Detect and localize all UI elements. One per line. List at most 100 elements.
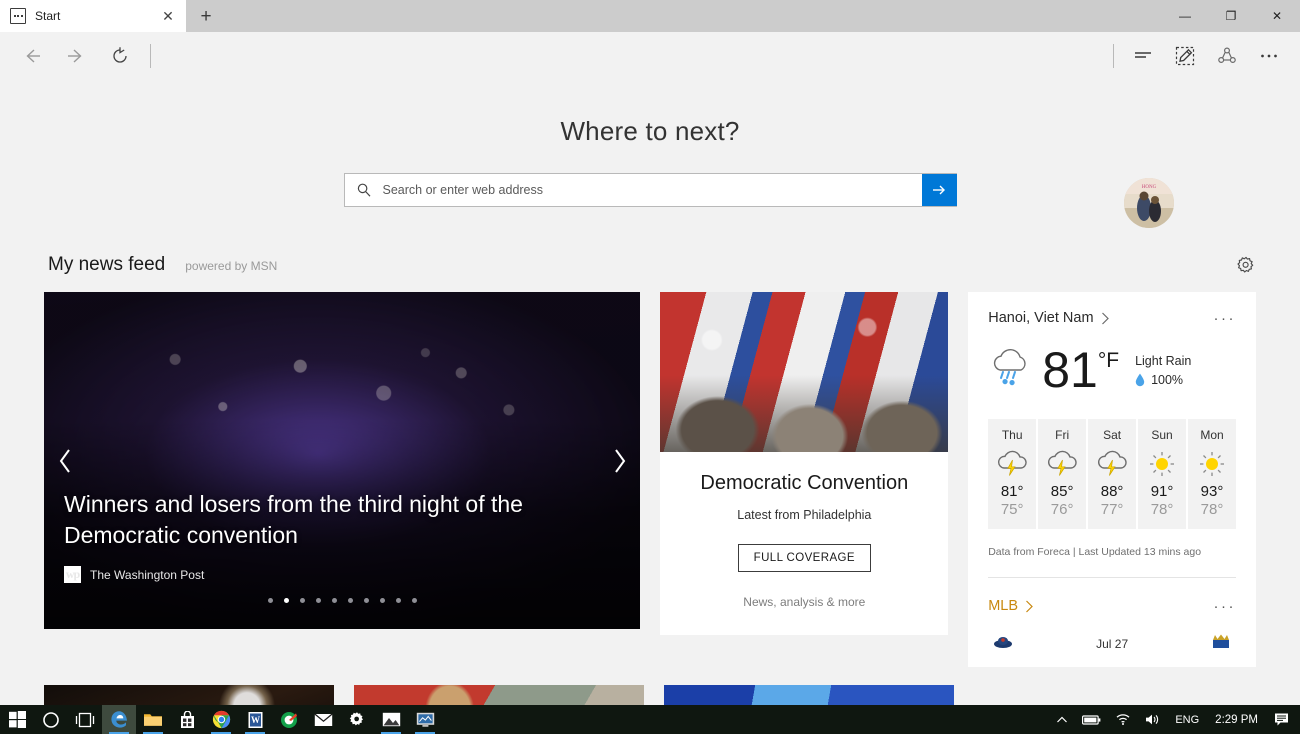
battery-button[interactable] (1075, 705, 1108, 734)
minimize-button[interactable]: — (1162, 0, 1208, 32)
back-button[interactable] (10, 36, 54, 76)
forecast-day[interactable]: Fri 85° 76° (1038, 419, 1087, 529)
windows-logo-icon (8, 711, 26, 728)
news-card-pageant[interactable] (664, 685, 954, 705)
forecast-high: 91° (1150, 483, 1174, 500)
carousel-dot[interactable] (395, 598, 401, 603)
web-note-button[interactable] (1164, 36, 1206, 76)
svg-text:W: W (251, 715, 260, 725)
hero-article-card[interactable]: Winners and losers from the third night … (44, 292, 641, 629)
maximize-button[interactable]: ❐ (1208, 0, 1254, 32)
photos-button[interactable] (374, 705, 408, 734)
forecast-day[interactable]: Sun 91° 78° (1138, 419, 1187, 529)
news-card-athlete[interactable] (354, 685, 644, 705)
carousel-dot[interactable] (283, 598, 289, 603)
network-button[interactable] (1108, 705, 1138, 734)
carousel-next-button[interactable] (602, 438, 636, 484)
thunder-cloud-icon (1048, 450, 1077, 476)
share-button[interactable] (1206, 36, 1248, 76)
weather-more-button[interactable]: ··· (1214, 311, 1237, 326)
volume-button[interactable] (1138, 705, 1168, 734)
weather-header: Hanoi, Viet Nam ··· (988, 310, 1236, 326)
carousel-prev-button[interactable] (48, 438, 82, 484)
refresh-icon (113, 47, 127, 63)
carousel-dot[interactable] (299, 598, 305, 603)
forecast-day[interactable]: Thu 81° 75° (988, 419, 1037, 529)
forecast-day-label: Sat (1103, 428, 1122, 442)
app-green-button[interactable] (272, 705, 306, 734)
new-tab-button[interactable]: + (186, 2, 226, 32)
mlb-more-button[interactable]: ··· (1214, 599, 1237, 614)
carousel-dot[interactable] (363, 598, 369, 603)
reading-view-icon (1135, 52, 1151, 58)
feed-title: My news feed (48, 254, 166, 275)
news-card-concert[interactable] (44, 685, 334, 705)
cortana-button[interactable] (34, 705, 68, 734)
tab-title: Start (35, 9, 61, 23)
file-explorer-button[interactable] (136, 705, 170, 734)
window-close-button[interactable]: ✕ (1254, 0, 1300, 32)
chevron-right-icon (615, 448, 626, 473)
forecast-high: 85° (1050, 483, 1074, 500)
close-icon[interactable]: ✕ (158, 6, 178, 26)
gear-icon[interactable] (1236, 256, 1256, 281)
arrow-right-icon (68, 49, 82, 63)
sun-icon (1150, 452, 1175, 476)
more-button[interactable] (1248, 36, 1290, 76)
speaker-icon (1146, 714, 1159, 725)
system-tray: ENG 2:29 PM (1049, 705, 1300, 734)
windows-taskbar: W ENG 2:29 PM (0, 705, 1300, 734)
reading-view-button[interactable] (1122, 36, 1164, 76)
mlb-header: MLB ··· (988, 598, 1236, 614)
edge-button[interactable] (102, 705, 136, 734)
browser-page-icon (10, 8, 26, 24)
forecast-day[interactable]: Sat 88° 77° (1088, 419, 1137, 529)
carousel-dot[interactable] (379, 598, 385, 603)
address-search-box[interactable] (343, 173, 957, 207)
carousel-dot[interactable] (411, 598, 417, 603)
green-disc-icon (281, 711, 297, 728)
mail-button[interactable] (306, 705, 340, 734)
carousel-dot[interactable] (347, 598, 353, 603)
forecast-high: 81° (1000, 483, 1024, 500)
go-button[interactable] (921, 174, 957, 206)
hero-headline: Winners and losers from the third night … (64, 490, 523, 549)
search-input[interactable] (382, 183, 922, 197)
forecast-high: 93° (1200, 483, 1224, 500)
store-bag-icon (180, 710, 194, 728)
democratic-convention-card[interactable]: Democratic Convention Latest from Philad… (660, 292, 949, 635)
avatar[interactable]: HONG (1124, 178, 1174, 228)
forecast-day[interactable]: Mon 93° 78° (1188, 419, 1236, 529)
full-coverage-button[interactable]: FULL COVERAGE (737, 544, 871, 572)
chrome-button[interactable] (204, 705, 238, 734)
weather-forecast-row: Thu 81° 75° Fri 85° 76° Sat 88° 77° Sun 91° 78° Mon 9… (988, 419, 1236, 529)
rail-column: Hanoi, Viet Nam ··· 81 °F Light Rain 100… (968, 292, 1257, 667)
action-center-button[interactable] (1267, 705, 1296, 734)
task-view-button[interactable] (68, 705, 102, 734)
chrome-icon (212, 710, 230, 729)
forecast-low: 78° (1150, 501, 1174, 518)
show-hidden-icons-button[interactable] (1049, 705, 1075, 734)
mlb-game-date: Jul 27 (1096, 636, 1129, 651)
refresh-button[interactable] (98, 36, 142, 76)
mlb-game-row[interactable]: Jul 27 (988, 632, 1236, 655)
chevron-up-icon (1057, 716, 1068, 722)
language-indicator[interactable]: ENG (1168, 705, 1206, 734)
monitor-app-button[interactable] (408, 705, 442, 734)
carousel-dots[interactable] (44, 598, 640, 603)
start-button[interactable] (0, 705, 34, 734)
clock[interactable]: 2:29 PM (1206, 714, 1267, 726)
word-button[interactable]: W (238, 705, 272, 734)
weather-location-link[interactable]: Hanoi, Viet Nam (988, 310, 1109, 326)
carousel-dot[interactable] (315, 598, 321, 603)
carousel-dot[interactable] (331, 598, 337, 603)
mlb-link[interactable]: MLB (988, 598, 1034, 614)
carousel-dot[interactable] (267, 598, 273, 603)
store-button[interactable] (170, 705, 204, 734)
weather-attribution: Data from Foreca | Last Updated 13 mins … (988, 546, 1202, 558)
forward-button[interactable] (54, 36, 98, 76)
forecast-condition-icon (988, 447, 1036, 481)
droplet-icon (1135, 373, 1145, 387)
browser-tab-start[interactable]: Start ✕ (0, 0, 186, 32)
settings-button[interactable] (340, 705, 374, 734)
